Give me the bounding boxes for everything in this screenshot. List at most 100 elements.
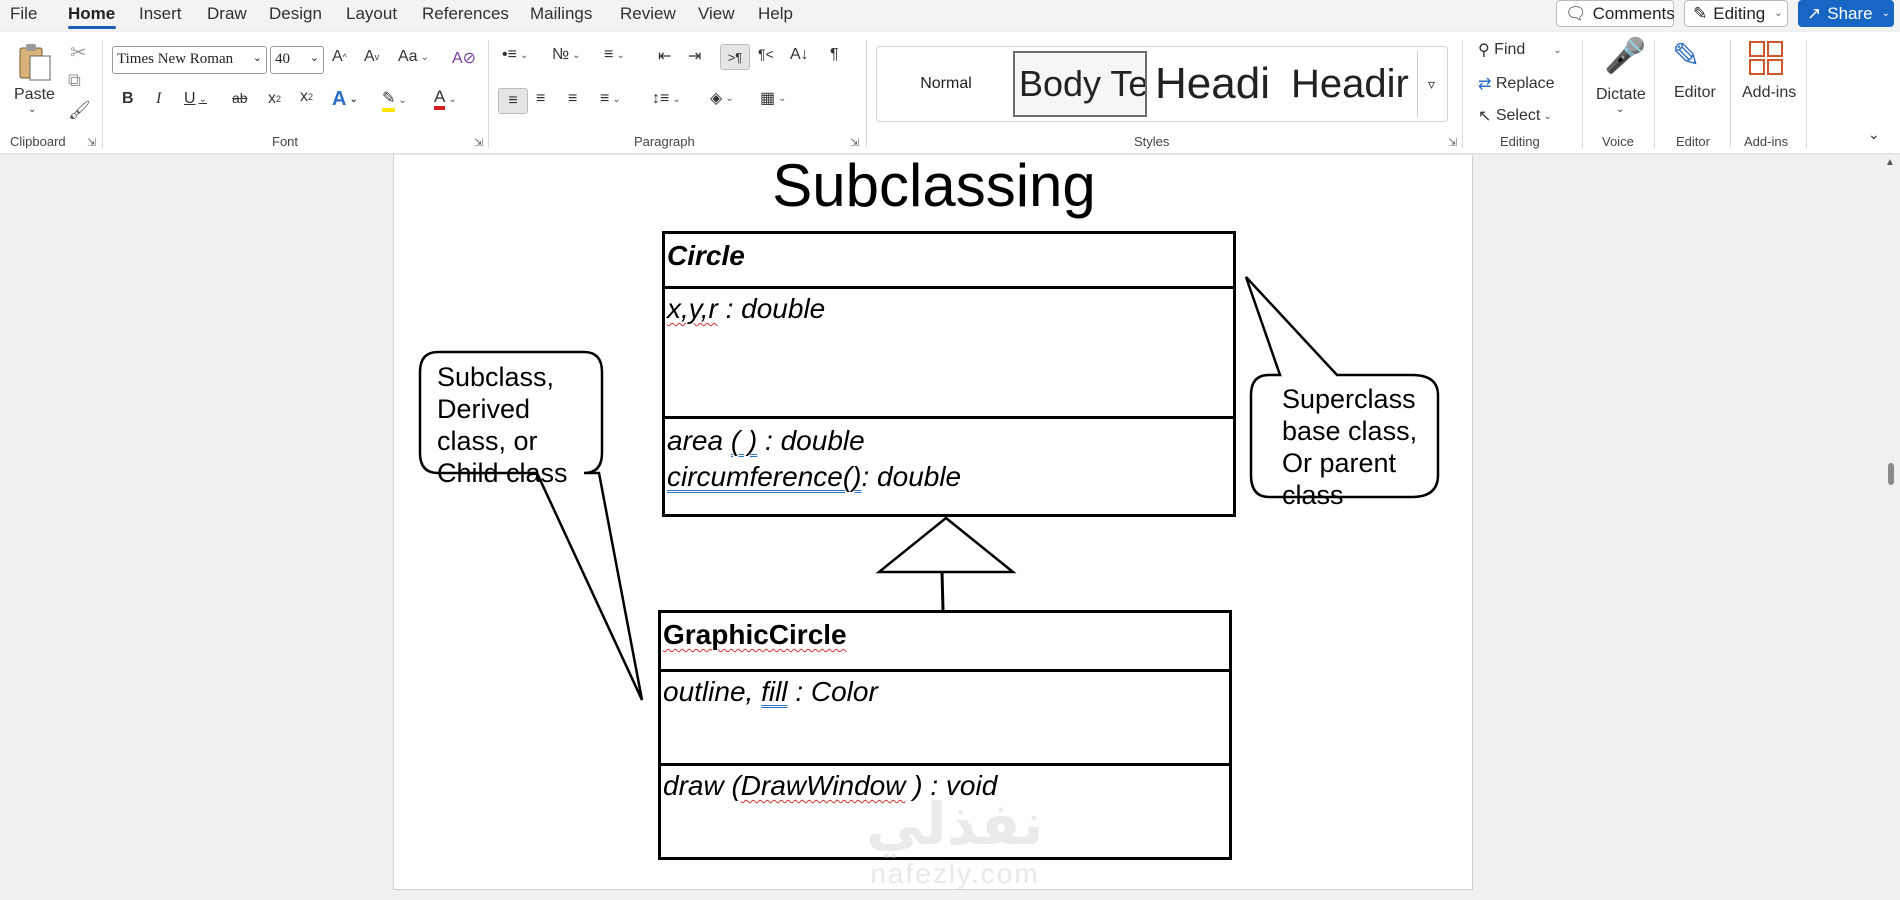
menu-bar: File Home Insert Draw Design Layout Refe… [0, 0, 1900, 30]
add-ins-label[interactable]: Add-ins [1742, 84, 1796, 102]
align-left-icon[interactable]: ≡ [498, 88, 528, 114]
align-right-icon[interactable]: ≡ [568, 90, 577, 108]
group-divider [1654, 40, 1655, 148]
document-page[interactable]: Subclassing Circle x,y,r : double area (… [393, 152, 1473, 890]
chevron-down-icon: ⌄ [1543, 110, 1552, 122]
collapse-ribbon-icon[interactable]: ⌄ [1868, 126, 1880, 143]
callout-left-text: Subclass, Derived class, or Child class [437, 361, 568, 489]
grow-font-icon[interactable]: A ^ [332, 48, 347, 66]
superscript-icon[interactable]: x2 [300, 88, 313, 106]
style-heading-1[interactable]: Headi [1151, 51, 1281, 117]
group-divider [1730, 40, 1731, 148]
menu-layout[interactable]: Layout [346, 4, 397, 24]
find-label: Find [1494, 41, 1526, 58]
paste-label[interactable]: Paste [14, 86, 55, 104]
borders-icon[interactable]: ▦ ⌄ [760, 88, 787, 108]
menu-insert[interactable]: Insert [139, 4, 182, 24]
dictate-dropdown-icon[interactable]: ⌄ [1616, 104, 1624, 115]
paste-dropdown-icon[interactable]: ⌄ [28, 104, 36, 115]
search-icon: ⚲ [1478, 42, 1490, 59]
font-name-combo[interactable]: Times New Roman ⌄ [112, 46, 267, 74]
menu-view[interactable]: View [698, 4, 735, 24]
paste-icon[interactable] [14, 40, 56, 84]
editor-pen-icon[interactable]: ✎ [1672, 36, 1701, 76]
group-divider [488, 40, 489, 148]
format-painter-icon[interactable]: 🖌 [68, 100, 91, 121]
editing-group-label: Editing [1500, 134, 1540, 149]
chevron-down-icon: ⌄ [1774, 8, 1783, 19]
style-body-text[interactable]: Body Te [1013, 51, 1147, 117]
line-spacing-icon[interactable]: ↕≡ ⌄ [652, 90, 681, 108]
rtl-direction-icon[interactable]: ¶< [758, 46, 774, 62]
highlight-icon[interactable]: ✎ ⌄ [382, 88, 407, 112]
align-center-icon[interactable]: ≡ [536, 90, 545, 108]
shrink-font-icon[interactable]: Av [364, 48, 379, 66]
bullets-icon[interactable]: •≡ ⌄ [502, 46, 528, 64]
menu-draw[interactable]: Draw [207, 4, 247, 24]
text-effects-icon[interactable]: A ⌄ [332, 88, 358, 111]
editor-group-label: Editor [1676, 134, 1710, 149]
styles-launcher-icon[interactable]: ⇲ [1448, 136, 1457, 149]
scroll-up-icon[interactable]: ▲ [1885, 157, 1895, 168]
chevron-down-icon: ⌄ [572, 49, 581, 61]
font-group-label: Font [272, 134, 299, 149]
menu-design[interactable]: Design [269, 4, 322, 24]
numbering-icon[interactable]: № ⌄ [552, 46, 581, 64]
find-button[interactable]: ⚲ Find ⌄ [1478, 40, 1562, 60]
active-tab-indicator [68, 26, 116, 29]
font-size-combo[interactable]: 40 ⌄ [270, 46, 324, 74]
show-marks-icon[interactable]: ¶ [830, 46, 839, 64]
paragraph-launcher-icon[interactable]: ⇲ [850, 136, 859, 149]
microphone-icon[interactable]: 🎤 [1604, 36, 1646, 76]
multilevel-list-icon[interactable]: ≡ ⌄ [604, 46, 625, 64]
chevron-down-icon: ⌄ [519, 49, 529, 61]
menu-mailings[interactable]: Mailings [530, 4, 592, 24]
increase-indent-icon[interactable]: ⇥ [688, 46, 701, 66]
scrollbar-thumb[interactable] [1888, 463, 1894, 485]
change-case-button[interactable]: Aa ⌄ [398, 48, 429, 66]
decrease-indent-icon[interactable]: ⇤ [658, 46, 671, 66]
style-normal[interactable]: Normal [881, 51, 1011, 117]
callout-right-line: base class, [1282, 416, 1418, 446]
ltr-direction-icon[interactable]: >¶ [720, 44, 750, 70]
cut-icon[interactable]: ✂ [70, 40, 87, 65]
callout-right-line: Or parent [1282, 448, 1397, 478]
italic-icon[interactable]: I [156, 90, 161, 108]
menu-review[interactable]: Review [620, 4, 676, 24]
menu-help[interactable]: Help [758, 4, 793, 24]
clipboard-launcher-icon[interactable]: ⇲ [87, 136, 96, 149]
select-button[interactable]: ↖ Select ⌄ [1478, 106, 1552, 126]
menu-file[interactable]: File [10, 4, 37, 24]
dictate-label[interactable]: Dictate [1596, 86, 1646, 104]
group-divider [102, 40, 103, 148]
replace-icon: ⇄ [1478, 76, 1492, 93]
styles-group-label: Styles [1134, 134, 1170, 149]
replace-button[interactable]: ⇄ Replace [1478, 74, 1555, 94]
copy-icon[interactable]: ⧉ [68, 70, 81, 91]
strikethrough-icon[interactable]: ab [232, 90, 248, 106]
clear-formatting-icon[interactable]: A⊘ [452, 48, 476, 68]
watermark-logo: نفذلي nafezly.com [840, 790, 1070, 900]
justify-icon[interactable]: ≡ ⌄ [600, 90, 621, 108]
callout-right-line: Superclass [1282, 384, 1416, 414]
add-ins-icon[interactable] [1748, 40, 1784, 76]
bold-icon[interactable]: B [122, 90, 134, 108]
editing-mode-button[interactable]: ✎ Editing ⌄ [1684, 0, 1788, 27]
editor-label[interactable]: Editor [1674, 84, 1716, 102]
share-icon: ↗ [1807, 3, 1822, 23]
underline-icon[interactable]: U ⌄ [184, 90, 207, 108]
sort-icon[interactable]: A↓ [790, 46, 809, 64]
font-color-icon[interactable]: A ⌄ [434, 88, 457, 110]
style-heading-2[interactable]: Headir [1287, 51, 1415, 117]
menu-references[interactable]: References [422, 4, 509, 24]
vertical-scrollbar[interactable]: ▲ [1882, 155, 1900, 900]
menu-home[interactable]: Home [68, 4, 115, 24]
group-divider [866, 40, 867, 148]
chevron-down-icon: ⌄ [309, 52, 319, 64]
share-button[interactable]: ↗ Share ⌄ [1798, 0, 1894, 27]
styles-more-icon[interactable]: ▿ [1417, 51, 1445, 117]
shading-icon[interactable]: ◈ ⌄ [710, 88, 734, 108]
subscript-icon[interactable]: x2 [268, 90, 281, 108]
font-launcher-icon[interactable]: ⇲ [474, 136, 483, 149]
comments-button[interactable]: 🗨 Comments [1556, 0, 1675, 27]
